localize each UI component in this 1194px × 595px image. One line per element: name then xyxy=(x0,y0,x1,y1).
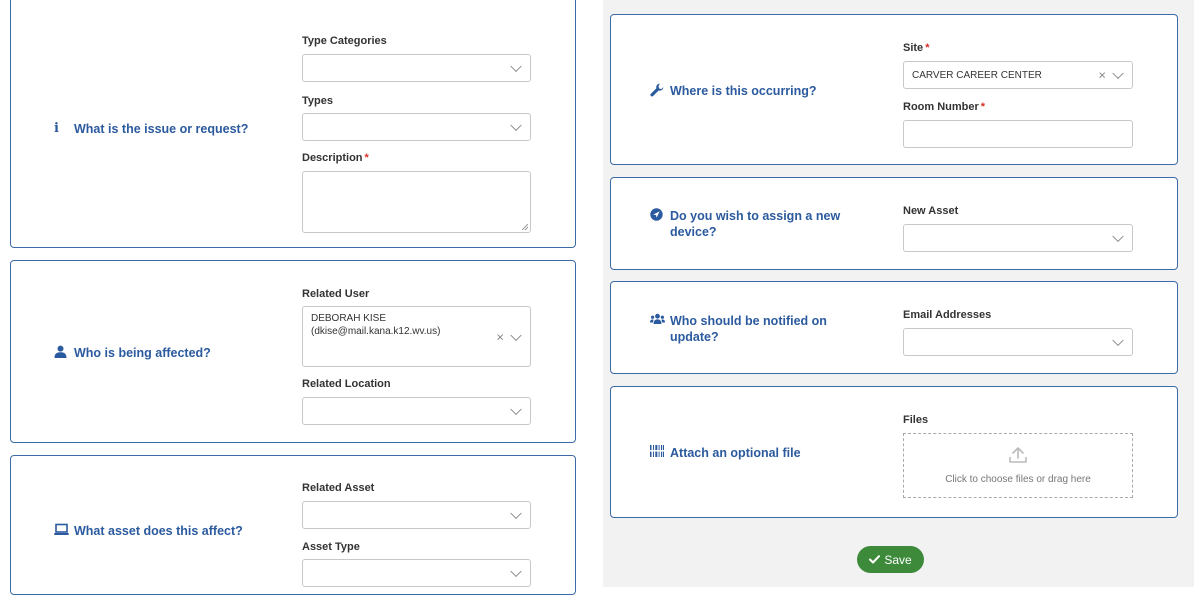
chevron-down-icon xyxy=(510,60,522,73)
related-location-label: Related Location xyxy=(302,378,391,390)
related-user-label: Related User xyxy=(302,288,370,300)
notify-question-text: Who should be notified on update? xyxy=(670,313,827,345)
description-label: Description * xyxy=(302,152,369,164)
check-icon xyxy=(869,553,881,567)
new-asset-select[interactable] xyxy=(903,224,1133,252)
description-label-text: Description xyxy=(302,152,363,164)
location-arrow-icon xyxy=(650,208,670,225)
notify-panel: Who should be notified on update? Email … xyxy=(610,281,1178,374)
chevron-down-icon xyxy=(510,403,522,416)
issue-question: i What is the issue or request? xyxy=(54,121,248,137)
attach-question-label: Attach an optional file xyxy=(670,446,801,460)
save-label: Save xyxy=(884,552,912,567)
related-user-email: (dkise@mail.kana.k12.wv.us) xyxy=(311,326,441,337)
related-asset-select[interactable] xyxy=(302,501,531,529)
asset-type-select[interactable] xyxy=(302,559,531,587)
notify-question-line1: Who should be notified on xyxy=(670,314,827,328)
required-mark: * xyxy=(364,152,369,164)
chevron-down-icon xyxy=(1112,67,1124,80)
asset-panel: What asset does this affect? Related Ass… xyxy=(10,455,576,595)
chevron-down-icon xyxy=(510,119,522,132)
new-asset-label: New Asset xyxy=(903,205,959,217)
site-label-text: Site xyxy=(903,42,924,54)
asset-question-label: What asset does this affect? xyxy=(74,524,243,538)
affected-question-label: Who is being affected? xyxy=(74,346,211,360)
device-panel: Do you wish to assign a new device? New … xyxy=(610,177,1178,270)
device-question-line2: device? xyxy=(670,225,717,239)
email-addresses-label: Email Addresses xyxy=(903,309,992,321)
site-label: Site * xyxy=(903,42,929,54)
chevron-down-icon xyxy=(510,329,522,341)
laptop-icon xyxy=(54,523,74,540)
room-number-label: Room Number * xyxy=(903,101,985,113)
location-panel: Where is this occurring? Site * CARVER CA… xyxy=(610,14,1178,165)
site-value: CARVER CAREER CENTER xyxy=(912,70,1042,81)
description-textarea[interactable] xyxy=(302,171,531,233)
info-icon: i xyxy=(54,121,59,136)
notify-question-line2: update? xyxy=(670,330,719,344)
asset-question: What asset does this affect? xyxy=(54,523,243,540)
room-number-input[interactable] xyxy=(903,120,1133,148)
clear-icon[interactable]: × xyxy=(1098,68,1106,83)
drop-zone-text: Click to choose files or drag here xyxy=(945,474,1091,485)
type-categories-label: Type Categories xyxy=(302,35,387,47)
email-addresses-select[interactable] xyxy=(903,328,1133,356)
required-mark: * xyxy=(925,42,930,54)
affected-question: Who is being affected? xyxy=(54,345,211,362)
upload-icon xyxy=(1008,446,1028,469)
save-button[interactable]: Save xyxy=(857,546,924,573)
location-question-label: Where is this occurring? xyxy=(670,84,817,98)
files-label: Files xyxy=(903,414,929,426)
file-drop-zone[interactable]: Click to choose files or drag here xyxy=(903,433,1133,498)
device-question: Do you wish to assign a new device? xyxy=(650,208,840,240)
types-select[interactable] xyxy=(302,113,531,141)
barcode-icon xyxy=(650,445,670,461)
chevron-down-icon xyxy=(1112,230,1124,243)
wrench-icon xyxy=(650,83,670,101)
related-user-name: DEBORAH KISE xyxy=(311,313,387,324)
user-icon xyxy=(54,345,74,362)
site-select[interactable]: CARVER CAREER CENTER × xyxy=(903,61,1133,89)
affected-panel: Who is being affected? Related User DEBO… xyxy=(10,260,576,443)
chevron-down-icon xyxy=(1112,334,1124,347)
attach-panel: Attach an optional file Files Click to c… xyxy=(610,386,1178,518)
resize-handle-icon[interactable] xyxy=(522,224,528,230)
device-question-line1: Do you wish to assign a new xyxy=(670,209,841,223)
related-location-select[interactable] xyxy=(302,397,531,425)
related-user-select[interactable]: DEBORAH KISE (dkise@mail.kana.k12.wv.us)… xyxy=(302,306,531,367)
type-categories-select[interactable] xyxy=(302,54,531,82)
chevron-down-icon xyxy=(510,507,522,520)
issue-panel: i What is the issue or request? Type Cat… xyxy=(10,0,576,248)
notify-question: Who should be notified on update? xyxy=(650,313,827,345)
types-label: Types xyxy=(302,95,333,107)
issue-question-label: What is the issue or request? xyxy=(74,122,249,136)
related-asset-label: Related Asset xyxy=(302,482,375,494)
users-icon xyxy=(650,313,670,329)
asset-type-label: Asset Type xyxy=(302,541,360,553)
attach-question: Attach an optional file xyxy=(650,445,801,461)
chevron-down-icon xyxy=(510,565,522,578)
location-question: Where is this occurring? xyxy=(650,83,817,101)
room-number-label-text: Room Number xyxy=(903,101,979,113)
device-question-text: Do you wish to assign a new device? xyxy=(670,208,840,240)
required-mark: * xyxy=(980,101,986,113)
clear-icon[interactable]: × xyxy=(496,329,504,344)
